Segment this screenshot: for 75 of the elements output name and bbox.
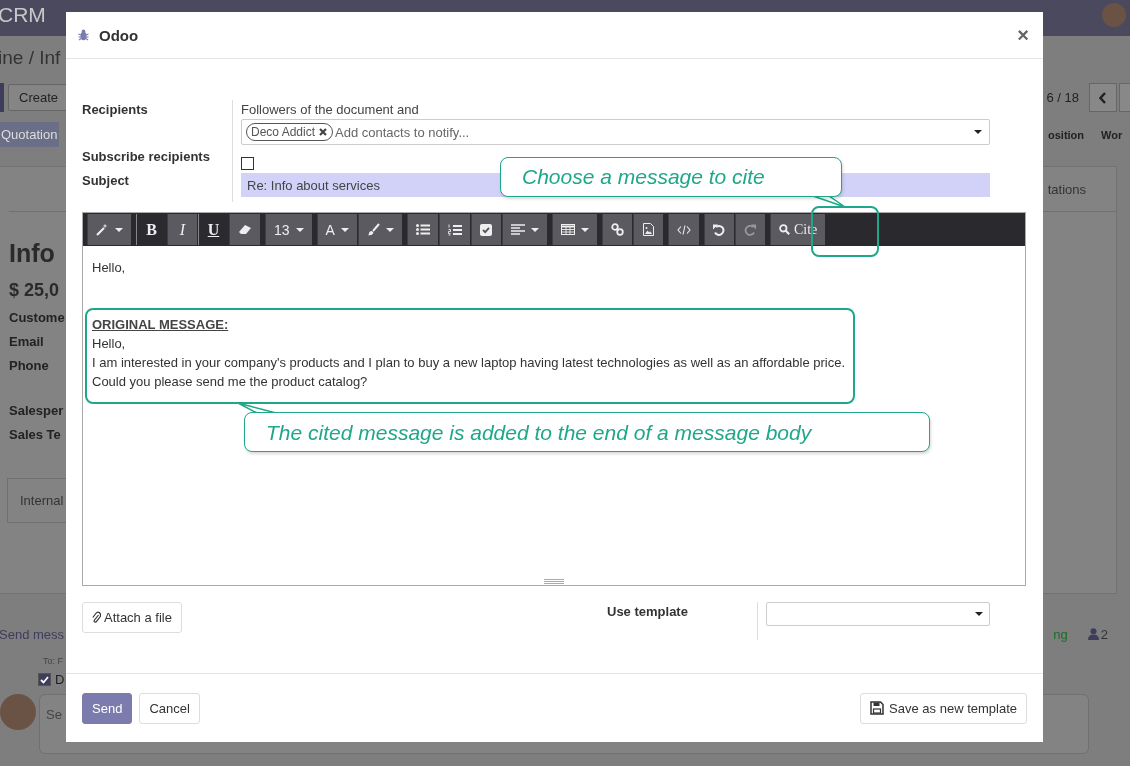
paperclip-icon xyxy=(92,611,101,624)
field-label: Subject xyxy=(82,173,130,190)
notebook-tab[interactable]: tations xyxy=(1047,181,1086,197)
field-label: Phone xyxy=(9,358,49,373)
toolbar-button[interactable] xyxy=(501,214,547,245)
toolbar-button[interactable] xyxy=(667,214,699,245)
follower-count[interactable]: 2 xyxy=(1100,626,1108,642)
search-icon xyxy=(778,224,790,235)
table-icon xyxy=(560,224,575,235)
toolbar-button[interactable] xyxy=(632,214,663,245)
toolbar-button[interactable] xyxy=(551,214,597,245)
toolbar-button[interactable] xyxy=(438,214,470,245)
remove-icon[interactable] xyxy=(318,127,329,137)
stage-item[interactable]: Wor xyxy=(1101,128,1123,141)
eraser-icon xyxy=(238,224,252,235)
toolbar-button[interactable] xyxy=(406,214,438,245)
body-text: Hello, xyxy=(92,259,126,277)
send-button[interactable]: Send xyxy=(82,692,133,724)
link-icon xyxy=(610,223,624,236)
previous-button[interactable] xyxy=(1089,83,1117,112)
subscribe-checkbox[interactable] xyxy=(241,156,254,170)
caret-icon xyxy=(975,612,983,616)
magic-wand-icon xyxy=(96,223,109,236)
expected-revenue: $ 25,0 xyxy=(9,280,60,301)
dialog-title: Odoo xyxy=(99,26,139,44)
user-icon xyxy=(1087,628,1099,640)
contacts-field[interactable]: Deco Addict Add contacts to notify... xyxy=(241,119,990,145)
avatar xyxy=(0,694,36,730)
toolbar-button[interactable] xyxy=(601,214,632,245)
field-label: Sales Te xyxy=(9,427,61,442)
quote-heading: ORIGINAL MESSAGE: xyxy=(92,316,229,334)
quoted-text: Hello, xyxy=(92,335,126,353)
brush-icon xyxy=(366,223,380,236)
chevron-left-icon xyxy=(1099,91,1107,104)
toolbar-button[interactable] xyxy=(470,214,501,245)
field-label: Recipients xyxy=(82,101,149,119)
field-label: Subscribe recipients xyxy=(82,148,211,166)
close-button[interactable]: × xyxy=(1017,23,1029,47)
toolbar-button[interactable] xyxy=(734,214,765,245)
image-icon xyxy=(642,223,654,236)
format-button[interactable]: I xyxy=(167,214,197,245)
pager: 6 / 18 xyxy=(1046,90,1079,105)
quoted-text: Could you please send me the product catalog? xyxy=(92,373,368,391)
code-icon xyxy=(676,224,691,235)
format-button[interactable]: A xyxy=(316,214,357,245)
redo-icon xyxy=(744,223,757,236)
bullet-list-icon xyxy=(415,224,430,235)
field-label: Salesper xyxy=(9,403,64,418)
undo-icon xyxy=(713,223,726,236)
record-title: Info xyxy=(9,239,55,268)
save-template-button[interactable]: Save as new template xyxy=(860,692,1027,724)
stage-item[interactable]: Quotation xyxy=(0,122,60,147)
align-left-icon xyxy=(510,224,525,235)
toolbar-button[interactable] xyxy=(357,214,402,245)
format-button[interactable]: 13 xyxy=(265,214,312,245)
stage-item[interactable]: osition xyxy=(1048,128,1085,141)
followers-note: Followers of the document and xyxy=(241,101,420,117)
numbered-list-icon xyxy=(447,223,462,236)
toolbar-button[interactable] xyxy=(229,214,260,245)
recipient-name: D xyxy=(55,672,65,687)
field-label: Email xyxy=(9,334,44,349)
toolbar-button[interactable] xyxy=(87,214,131,245)
cancel-button[interactable]: Cancel xyxy=(139,692,200,724)
field-label: Use template xyxy=(607,603,689,619)
attach-file-button[interactable]: Attach a file xyxy=(82,602,182,633)
recipient-checkbox[interactable] xyxy=(38,673,51,686)
avatar xyxy=(1102,3,1126,27)
toolbar-button[interactable] xyxy=(703,214,734,245)
resize-handle-icon[interactable] xyxy=(544,579,564,584)
callout-tail xyxy=(812,196,846,208)
bug-icon[interactable] xyxy=(78,29,89,41)
checkbox-icon xyxy=(480,223,493,236)
field-label: Custome xyxy=(9,310,65,325)
caret-icon xyxy=(974,130,982,134)
quoted-text: I am interested in your company's products and I plan to buy a new laptop having latest technologies as well as an affordable price. xyxy=(92,354,846,372)
